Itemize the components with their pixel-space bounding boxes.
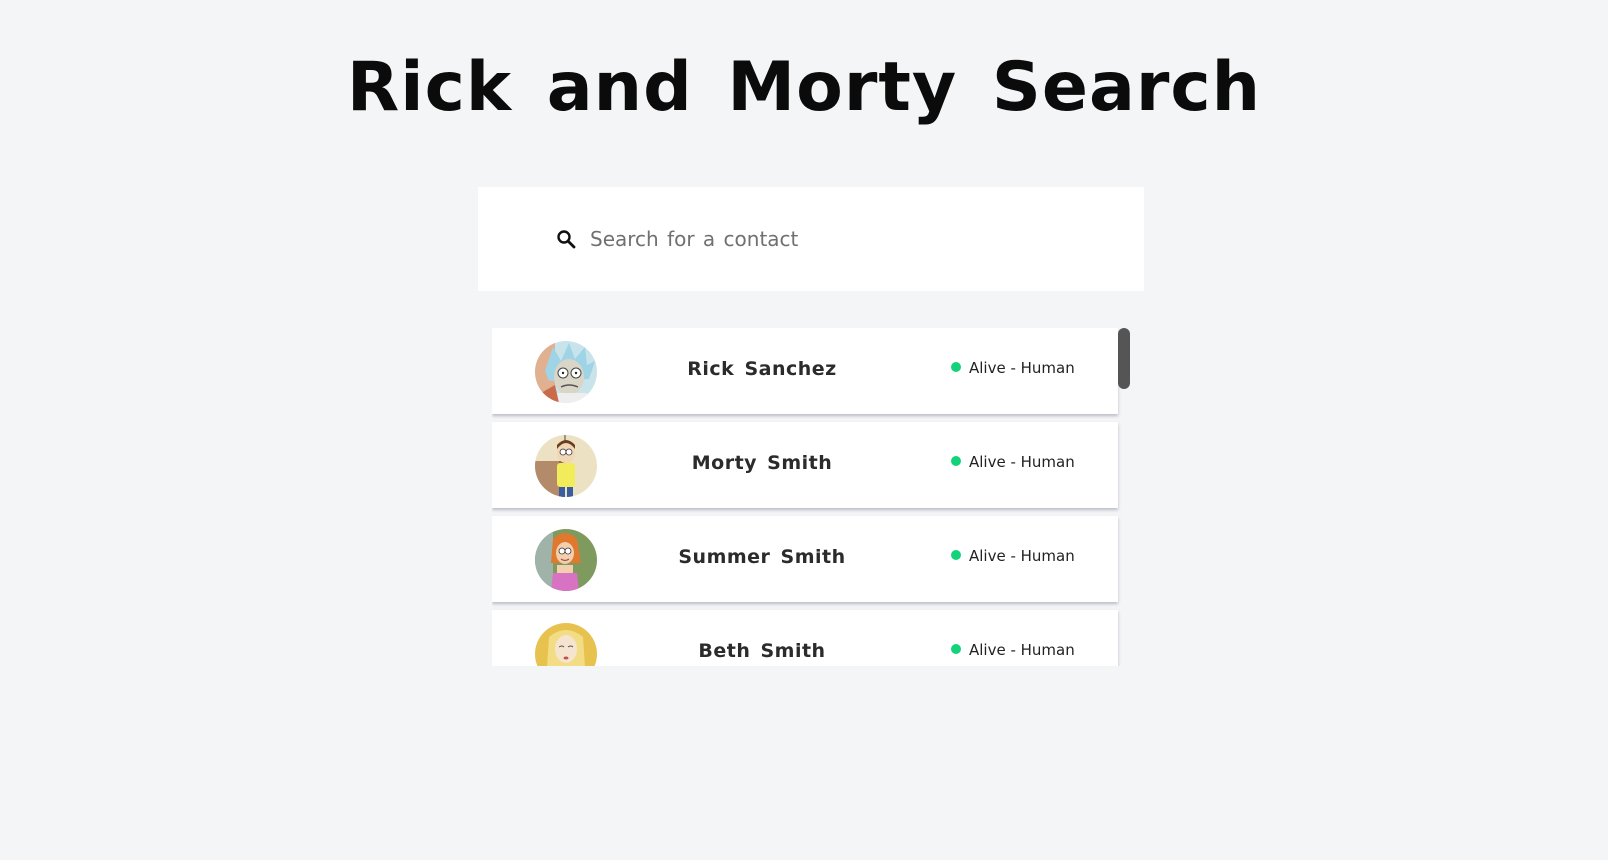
- search-box[interactable]: [478, 187, 1144, 291]
- status-text: Alive - Human: [969, 453, 1075, 471]
- avatar: [535, 623, 597, 666]
- character-card-rick-sanchez[interactable]: Rick Sanchez Alive - Human: [492, 328, 1118, 414]
- status-dot-icon: [951, 550, 961, 560]
- search-input[interactable]: [590, 217, 1070, 261]
- page-title: Rick and Morty Search: [346, 48, 1262, 127]
- avatar: [535, 435, 597, 497]
- character-name: Summer Smith: [678, 546, 846, 568]
- character-card-beth-smith[interactable]: Beth Smith Alive - Human: [492, 610, 1118, 666]
- character-name: Rick Sanchez: [687, 358, 837, 380]
- character-name: Morty Smith: [691, 452, 833, 474]
- avatar: [535, 529, 597, 591]
- status-dot-icon: [951, 456, 961, 466]
- status-text: Alive - Human: [969, 359, 1075, 377]
- character-name: Beth Smith: [698, 640, 826, 662]
- character-status: Alive - Human: [951, 359, 1075, 377]
- character-status: Alive - Human: [951, 641, 1075, 659]
- page: Rick and Morty Search Search for a conta…: [0, 0, 1608, 860]
- character-status: Alive - Human: [951, 547, 1075, 565]
- character-list[interactable]: Rick Sanchez Alive - Human Morty Smith A…: [492, 328, 1132, 666]
- status-text: Alive - Human: [969, 641, 1075, 659]
- status-dot-icon: [951, 362, 961, 372]
- status-dot-icon: [951, 644, 961, 654]
- character-card-summer-smith[interactable]: Summer Smith Alive - Human: [492, 516, 1118, 602]
- character-status: Alive - Human: [951, 453, 1075, 471]
- avatar: [535, 341, 597, 403]
- scrollbar-thumb[interactable]: [1118, 328, 1130, 389]
- status-text: Alive - Human: [969, 547, 1075, 565]
- search-icon: [557, 230, 576, 249]
- character-card-morty-smith[interactable]: Morty Smith Alive - Human: [492, 422, 1118, 508]
